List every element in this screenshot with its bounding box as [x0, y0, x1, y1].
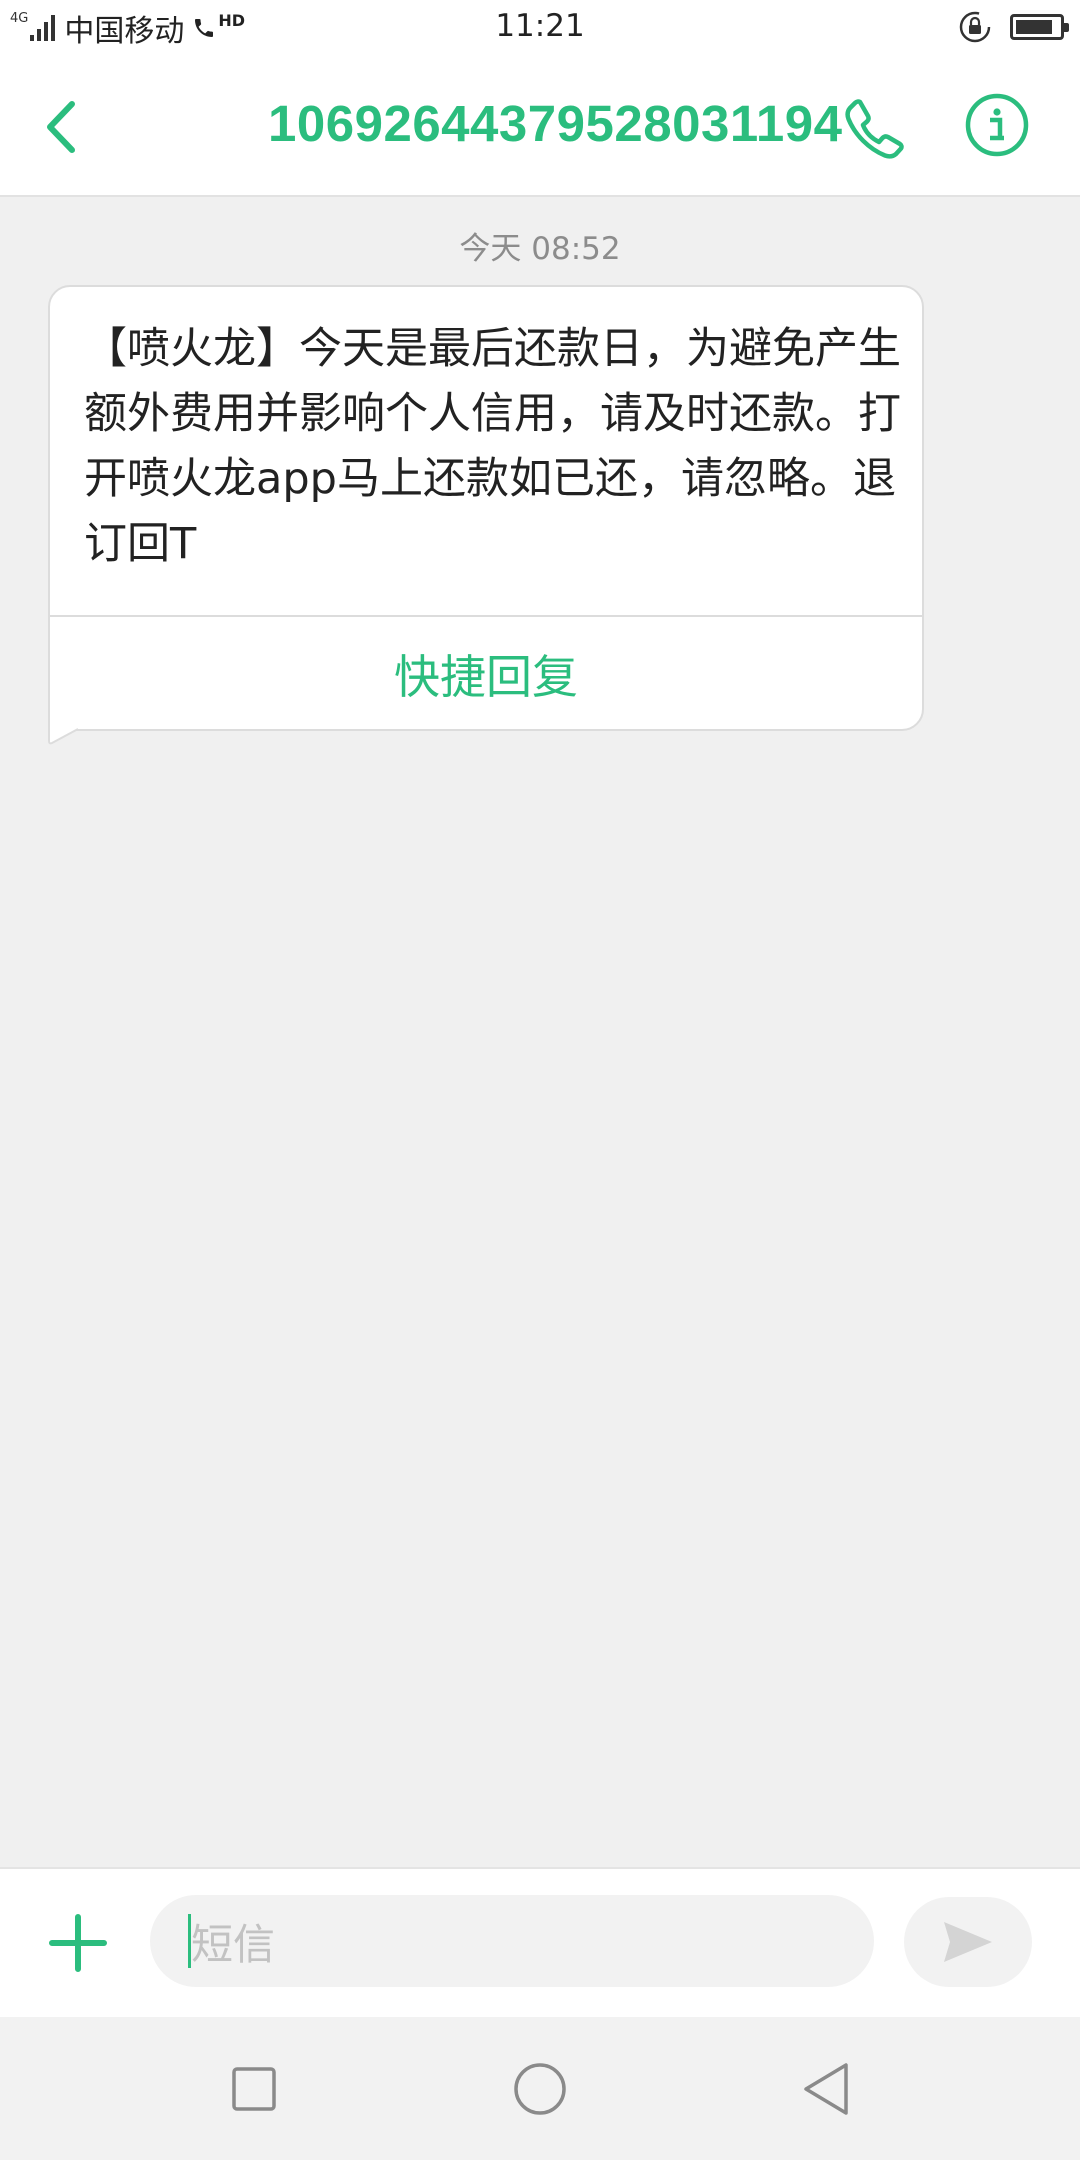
navigation-bar [0, 2017, 1080, 2160]
battery-icon [1010, 14, 1069, 40]
triangle-back-icon[interactable] [796, 2057, 860, 2121]
composer-bar: 短信 [0, 1867, 1080, 2017]
message-text: 【喷火龙】今天是最后还款日，为避免产生额外费用并影响个人信用，请及时还款。打开喷… [84, 324, 901, 569]
circle-home-icon[interactable] [508, 2057, 572, 2121]
conversation-header: 10692644379528031194 [0, 56, 1080, 197]
info-icon[interactable] [964, 92, 1030, 158]
bubble-tail [48, 707, 79, 745]
contact-number: 10692644379528031194 [268, 95, 843, 152]
chevron-left-icon[interactable] [36, 92, 86, 162]
battery-level [1016, 20, 1052, 34]
message-list[interactable]: 今天 08:52 【喷火龙】今天是最后还款日，为避免产生额外费用并影响个人信用，… [0, 199, 1080, 1867]
status-time: 11:21 [495, 8, 585, 44]
quick-reply-button[interactable]: 快捷回复 [50, 617, 922, 731]
send-button[interactable] [904, 1897, 1032, 1987]
rotation-lock-icon [959, 11, 991, 43]
phone-icon[interactable] [838, 92, 908, 162]
send-icon [944, 1922, 992, 1962]
message-timestamp: 今天 08:52 [459, 231, 621, 267]
plus-icon[interactable] [46, 1911, 110, 1975]
square-recents-icon[interactable] [222, 2057, 286, 2121]
message-input[interactable]: 短信 [150, 1895, 874, 1987]
message-bubble[interactable]: 【喷火龙】今天是最后还款日，为避免产生额外费用并影响个人信用，请及时还款。打开喷… [48, 285, 924, 731]
status-bar: 4G 中国移动 HD 11:21 [0, 0, 1080, 56]
status-right [958, 10, 1069, 44]
message-input-placeholder: 短信 [191, 1919, 276, 1969]
